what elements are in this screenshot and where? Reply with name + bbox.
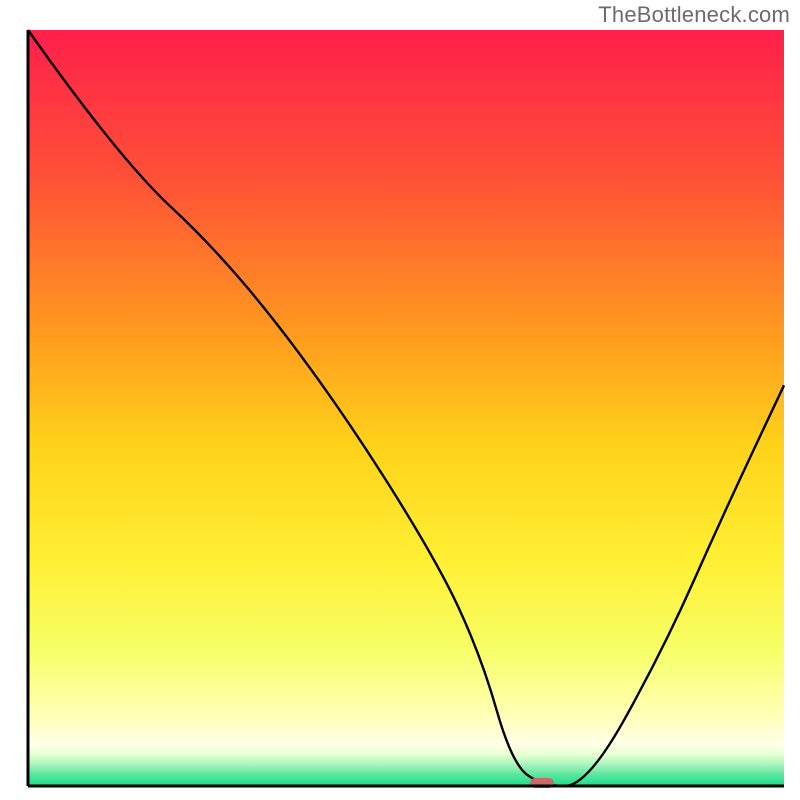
plot-background [28,30,784,786]
watermark-text: TheBottleneck.com [598,2,790,28]
bottleneck-chart [0,0,800,800]
chart-stage: TheBottleneck.com [0,0,800,800]
